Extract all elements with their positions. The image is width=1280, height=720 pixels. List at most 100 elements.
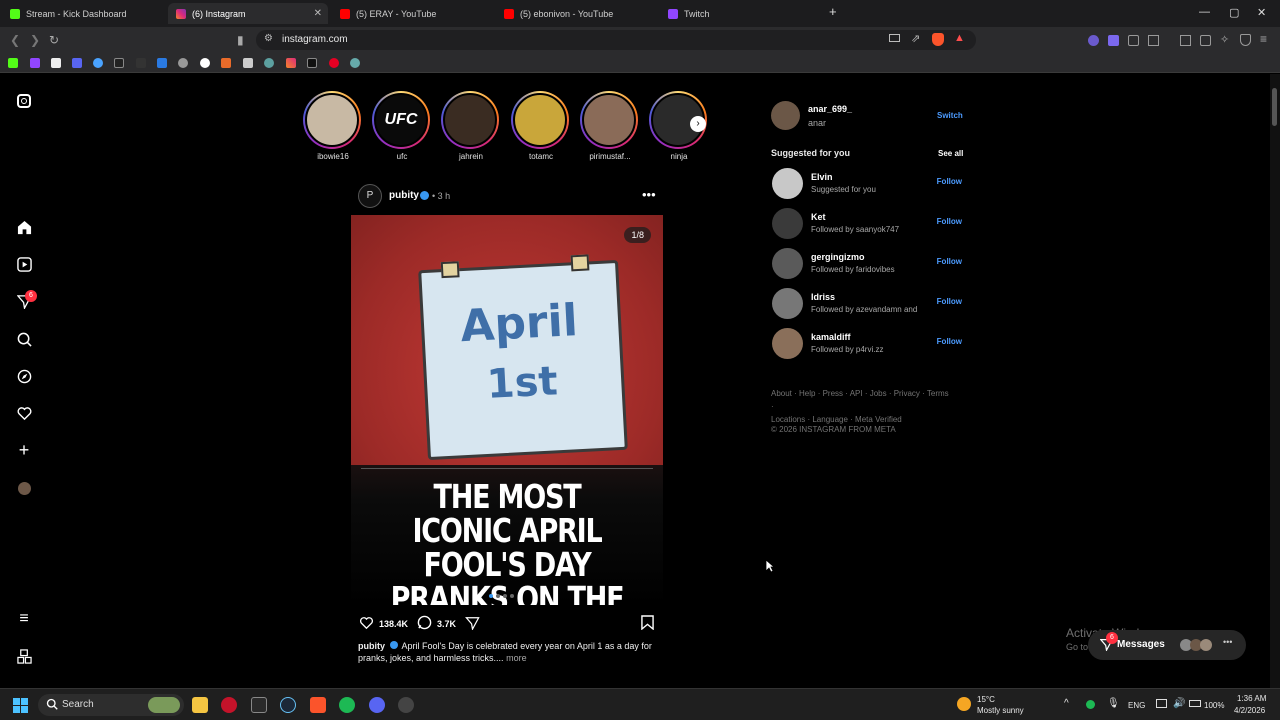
suggestion-username[interactable]: Elvin <box>811 172 833 182</box>
cast-icon[interactable] <box>889 34 900 42</box>
clock-date[interactable]: 4/2/2026 <box>1234 706 1265 715</box>
follow-button[interactable]: Follow <box>937 177 962 186</box>
bookmark-instagram-icon[interactable] <box>51 58 61 68</box>
footer-links-line[interactable]: About · Help · Press · API · Jobs · Priv… <box>771 387 951 413</box>
stories-next-icon[interactable]: › <box>690 116 706 132</box>
follow-button[interactable]: Follow <box>937 337 962 346</box>
follow-button[interactable]: Follow <box>937 257 962 266</box>
site-info-icon[interactable]: ⚙ <box>264 33 273 44</box>
back-icon[interactable]: ❮ <box>10 33 20 47</box>
battery-icon[interactable] <box>1189 700 1201 707</box>
also-from-meta-icon[interactable] <box>16 648 32 664</box>
volume-icon[interactable]: 🔊 <box>1173 698 1185 709</box>
bookmark-twitch-icon[interactable] <box>30 58 40 68</box>
story-item[interactable]: ibowie16 <box>303 91 363 161</box>
brave-browser-icon[interactable] <box>310 697 326 713</box>
minimize-icon[interactable]: — <box>1199 6 1210 18</box>
bookmark-instagram-icon[interactable] <box>286 58 296 68</box>
discord-icon[interactable] <box>369 697 385 713</box>
close-window-icon[interactable]: ✕ <box>1257 6 1266 19</box>
language-indicator[interactable]: ENG <box>1128 701 1145 710</box>
bookmark-app-icon[interactable] <box>221 58 231 68</box>
vpn-icon[interactable] <box>1240 34 1251 46</box>
bookmark-tiktok-icon[interactable] <box>307 58 317 68</box>
spotify-icon[interactable] <box>339 697 355 713</box>
caption-author[interactable]: pubity <box>358 641 385 651</box>
bookmark-star-icon[interactable] <box>93 58 103 68</box>
instagram-logo-icon[interactable] <box>16 93 32 109</box>
windows-start-icon[interactable] <box>13 698 28 713</box>
clock-time[interactable]: 1:36 AM <box>1237 694 1266 703</box>
search-icon[interactable] <box>16 331 32 347</box>
story-item[interactable]: jahrein <box>441 91 501 161</box>
steam-icon[interactable] <box>280 697 296 713</box>
brave-shields-icon[interactable] <box>932 33 944 46</box>
file-explorer-icon[interactable] <box>192 697 208 713</box>
story-item[interactable]: pirimustaf... <box>580 91 640 161</box>
share-icon[interactable]: ⇗ <box>911 32 920 45</box>
heart-icon[interactable] <box>16 405 32 421</box>
suggestion-avatar[interactable] <box>772 328 803 359</box>
bookmark-x-icon[interactable] <box>114 58 124 68</box>
story-item[interactable]: totamc <box>511 91 571 161</box>
bookmark-app-icon[interactable] <box>264 58 274 68</box>
bookmark-icon[interactable]: ▮ <box>237 33 244 47</box>
maximize-icon[interactable]: ▢ <box>1229 6 1239 19</box>
battery-level[interactable]: 100% <box>1204 701 1224 710</box>
extension-icon[interactable] <box>1088 35 1099 46</box>
create-icon[interactable]: + <box>16 440 32 460</box>
author-avatar[interactable]: P <box>358 184 382 208</box>
home-icon[interactable] <box>16 219 32 235</box>
share-icon[interactable] <box>465 616 480 632</box>
suggestion-avatar[interactable] <box>772 288 803 319</box>
tab-twitch[interactable]: Twitch <box>660 3 820 24</box>
suggestion-username[interactable]: Idriss <box>811 292 835 302</box>
like-icon[interactable] <box>359 616 374 632</box>
leo-ai-icon[interactable]: ✧ <box>1220 33 1229 46</box>
story-item[interactable]: UFC ufc <box>372 91 432 161</box>
app-icon[interactable] <box>398 697 414 713</box>
suggestion-username[interactable]: kamaldiff <box>811 332 851 342</box>
follow-button[interactable]: Follow <box>937 297 962 306</box>
wallet-icon[interactable] <box>1200 35 1211 46</box>
reels-icon[interactable] <box>16 256 32 272</box>
suggestion-username[interactable]: gergingizmo <box>811 252 865 262</box>
profile-avatar[interactable] <box>16 480 32 496</box>
reload-icon[interactable]: ↻ <box>49 33 59 47</box>
weather-temp[interactable]: 15°C <box>977 695 995 704</box>
bookmark-google-icon[interactable] <box>200 58 210 68</box>
explore-icon[interactable] <box>16 368 32 384</box>
weather-icon[interactable] <box>957 697 971 711</box>
account-avatar[interactable] <box>771 101 800 130</box>
suggestion-username[interactable]: Ket <box>811 212 826 222</box>
tab-kick[interactable]: Stream - Kick Dashboard <box>2 3 168 24</box>
close-tab-icon[interactable]: ✕ <box>314 8 322 19</box>
more-menu-icon[interactable]: ≡ <box>16 610 32 627</box>
tab-youtube-ebonivon[interactable]: (5) ebonivon - YouTube <box>496 3 656 24</box>
bookmark-app-icon[interactable] <box>136 58 146 68</box>
taskbar-search[interactable]: Search <box>38 694 184 716</box>
comment-icon[interactable] <box>417 615 432 632</box>
tab-youtube-eray[interactable]: (5) ERAY - YouTube <box>332 3 492 24</box>
epic-games-icon[interactable] <box>251 697 267 713</box>
suggestion-avatar[interactable] <box>772 248 803 279</box>
extension-icon[interactable] <box>1108 35 1119 46</box>
weather-desc[interactable]: Mostly sunny <box>977 706 1024 715</box>
account-username[interactable]: anar_699_ <box>808 104 852 114</box>
sidebar-toggle-icon[interactable] <box>1180 35 1191 46</box>
microphone-icon[interactable]: 🎙 <box>1107 698 1120 709</box>
media-app-icon[interactable] <box>221 697 237 713</box>
network-icon[interactable] <box>1156 699 1167 708</box>
status-dot-icon[interactable] <box>1086 700 1095 709</box>
post-author[interactable]: pubity <box>389 190 419 201</box>
bookmark-kick-icon[interactable] <box>8 58 18 68</box>
suggestion-avatar[interactable] <box>772 168 803 199</box>
suggestion-avatar[interactable] <box>772 208 803 239</box>
address-bar[interactable]: ⚙ instagram.com ⇗ ▲ <box>256 30 976 50</box>
post-image[interactable]: 1/8 April 1st THE MOST ICONIC APRIL FOOL… <box>351 215 663 605</box>
follow-button[interactable]: Follow <box>937 217 962 226</box>
see-all-link[interactable]: See all <box>938 149 963 158</box>
switch-account-link[interactable]: Switch <box>937 111 963 120</box>
tab-instagram[interactable]: (6) Instagram ✕ <box>168 3 328 24</box>
messages-button[interactable]: 6 Messages ••• <box>1088 630 1246 660</box>
